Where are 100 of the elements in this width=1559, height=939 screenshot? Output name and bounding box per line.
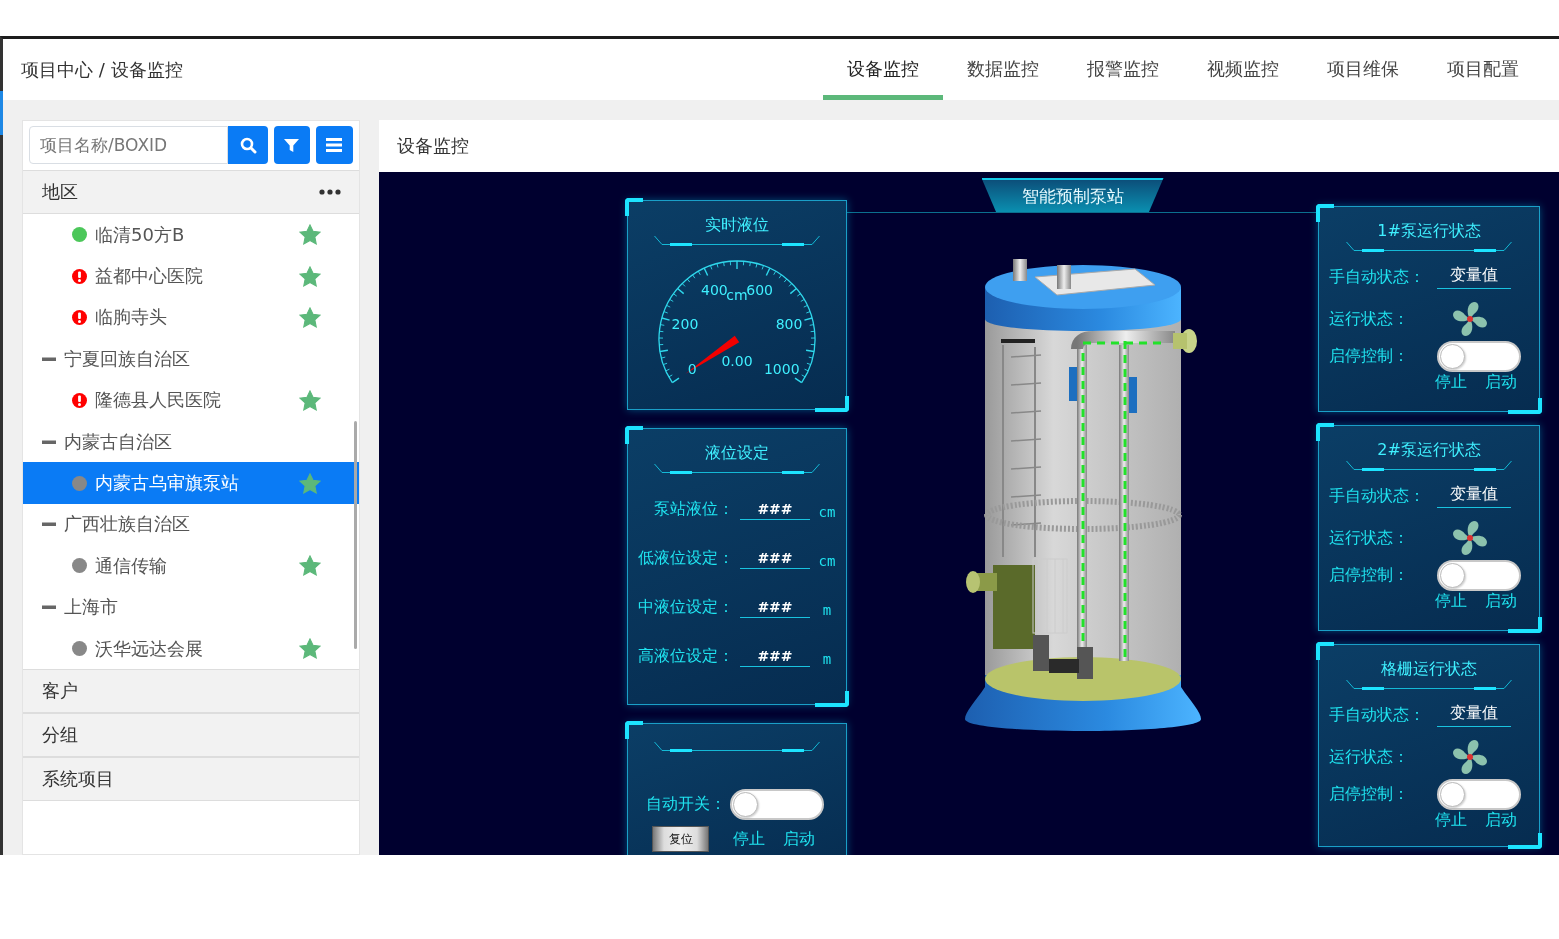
search-button[interactable]	[228, 126, 268, 164]
fan-icon	[1451, 520, 1489, 556]
alert-icon	[72, 392, 87, 408]
card-title: 实时液位	[705, 215, 769, 236]
fan-icon	[1451, 739, 1489, 775]
field-label: 自动开关：	[646, 794, 726, 815]
value-field[interactable]: ###	[740, 550, 810, 569]
tree-item[interactable]: 沃华远达会展	[23, 627, 359, 670]
toggle-label: 启动	[1485, 591, 1517, 612]
star-icon[interactable]	[299, 389, 321, 411]
edge-accent	[0, 91, 3, 135]
card-title: 液位设定	[705, 443, 769, 464]
toggle-label: 停止	[1435, 591, 1467, 612]
toggle-label: 停止	[1435, 810, 1467, 831]
corner-bracket	[625, 721, 643, 739]
corner-bracket	[1316, 642, 1334, 660]
alert-icon	[72, 309, 87, 325]
gauge-reading: 0.00	[721, 353, 753, 369]
field-label: 运行状态：	[1329, 308, 1410, 330]
field-label: 启停控制：	[1329, 346, 1410, 367]
toggle-switch[interactable]	[1437, 341, 1521, 372]
unit-label: m	[821, 602, 833, 618]
card-title: 格栅运行状态	[1381, 659, 1477, 680]
star-icon[interactable]	[299, 265, 321, 287]
search-field[interactable]: 项目名称/BOXID	[29, 126, 228, 164]
field-label: 低液位设定：	[638, 548, 734, 569]
nav-tab[interactable]: 项目配置	[1423, 39, 1543, 100]
star-icon[interactable]	[299, 638, 321, 660]
nav-tab[interactable]: 项目维保	[1303, 39, 1423, 100]
tree-group[interactable]: 内蒙古自治区	[23, 420, 359, 463]
menu-icon	[326, 138, 343, 152]
field-label: 运行状态：	[1329, 527, 1410, 549]
search-icon	[239, 136, 257, 154]
filter-button[interactable]	[274, 126, 310, 164]
corner-bracket	[625, 198, 643, 216]
value-field: 变量值	[1437, 484, 1511, 508]
gauge-tick-label: 600	[746, 281, 773, 298]
section-header[interactable]: 分组	[23, 713, 359, 758]
unit-label: cm	[818, 504, 836, 520]
toggle-label: 停止	[733, 828, 765, 850]
toggle-label: 启动	[783, 828, 815, 850]
star-icon[interactable]	[299, 472, 321, 494]
fan-icon	[1451, 301, 1489, 337]
field-label: 启停控制：	[1329, 565, 1410, 586]
section-header[interactable]: 客户	[23, 669, 359, 714]
corner-bracket	[625, 426, 643, 444]
toggle-switch[interactable]	[1437, 560, 1521, 591]
tree-item[interactable]: 益都中心医院	[23, 255, 359, 297]
star-icon[interactable]	[299, 555, 321, 577]
scrollbar[interactable]	[354, 421, 357, 649]
toggle-label: 启动	[1485, 810, 1517, 831]
tree-group[interactable]: 宁夏回族自治区	[23, 338, 359, 380]
breadcrumb: 项目中心 / 设备监控	[21, 57, 183, 82]
more-icon	[319, 189, 341, 195]
panel-title: 设备监控	[397, 134, 469, 158]
alert-icon	[72, 268, 87, 284]
toggle-switch[interactable]	[730, 789, 824, 820]
nav-tab[interactable]: 视频监控	[1183, 39, 1303, 100]
tree-item[interactable]: 临清50方B	[23, 214, 359, 256]
field-label: 中液位设定：	[638, 597, 734, 618]
field-label: 手自动状态：	[1329, 485, 1426, 507]
value-field[interactable]: ###	[740, 648, 810, 667]
station-title: 智能预制泵站	[981, 178, 1164, 212]
unit-label: cm	[818, 553, 836, 569]
toggle-switch[interactable]	[1437, 779, 1521, 810]
corner-bracket	[1508, 398, 1542, 414]
tree-group[interactable]: 广西壮族自治区	[23, 503, 359, 546]
gauge-unit: cm	[726, 287, 748, 303]
value-field: 变量值	[1437, 703, 1511, 727]
nav-tab[interactable]: 数据监控	[943, 39, 1063, 100]
reset-button[interactable]: 复位	[652, 826, 709, 852]
field-label: 手自动状态：	[1329, 704, 1426, 726]
gauge-tick-label: 1000	[763, 361, 800, 378]
tree-group[interactable]: 上海市	[23, 586, 359, 628]
menu-button[interactable]	[315, 126, 353, 164]
field-label: 运行状态：	[1329, 746, 1410, 768]
tree-item[interactable]: 通信传输	[23, 545, 359, 587]
field-label: 启停控制：	[1329, 784, 1410, 805]
section-header[interactable]: 系统项目	[23, 757, 359, 802]
toggle-label: 停止	[1435, 372, 1467, 393]
tree-item[interactable]: 内蒙古乌审旗泵站	[23, 462, 359, 504]
corner-bracket	[1508, 617, 1542, 633]
gauge-tick-label: 200	[671, 316, 699, 333]
value-field[interactable]: ###	[740, 599, 810, 618]
corner-bracket	[1316, 423, 1334, 441]
field-label: 高液位设定：	[638, 646, 734, 667]
gauge-tick-label: 400	[701, 281, 728, 298]
gauge-tick-label: 800	[775, 316, 803, 333]
section-header[interactable]: 地区	[23, 170, 359, 214]
nav-tab[interactable]: 报警监控	[1063, 39, 1183, 100]
tree-item[interactable]: 隆德县人民医院	[23, 379, 359, 421]
star-icon[interactable]	[299, 224, 321, 246]
card-title: 2#泵运行状态	[1377, 440, 1481, 461]
corner-bracket	[815, 396, 849, 412]
field-label: 手自动状态：	[1329, 266, 1426, 288]
card-title: 1#泵运行状态	[1377, 221, 1481, 242]
tree-item[interactable]: 临朐寺头	[23, 296, 359, 339]
value-field[interactable]: ###	[740, 501, 810, 520]
star-icon[interactable]	[299, 306, 321, 328]
unit-label: m	[821, 651, 833, 667]
